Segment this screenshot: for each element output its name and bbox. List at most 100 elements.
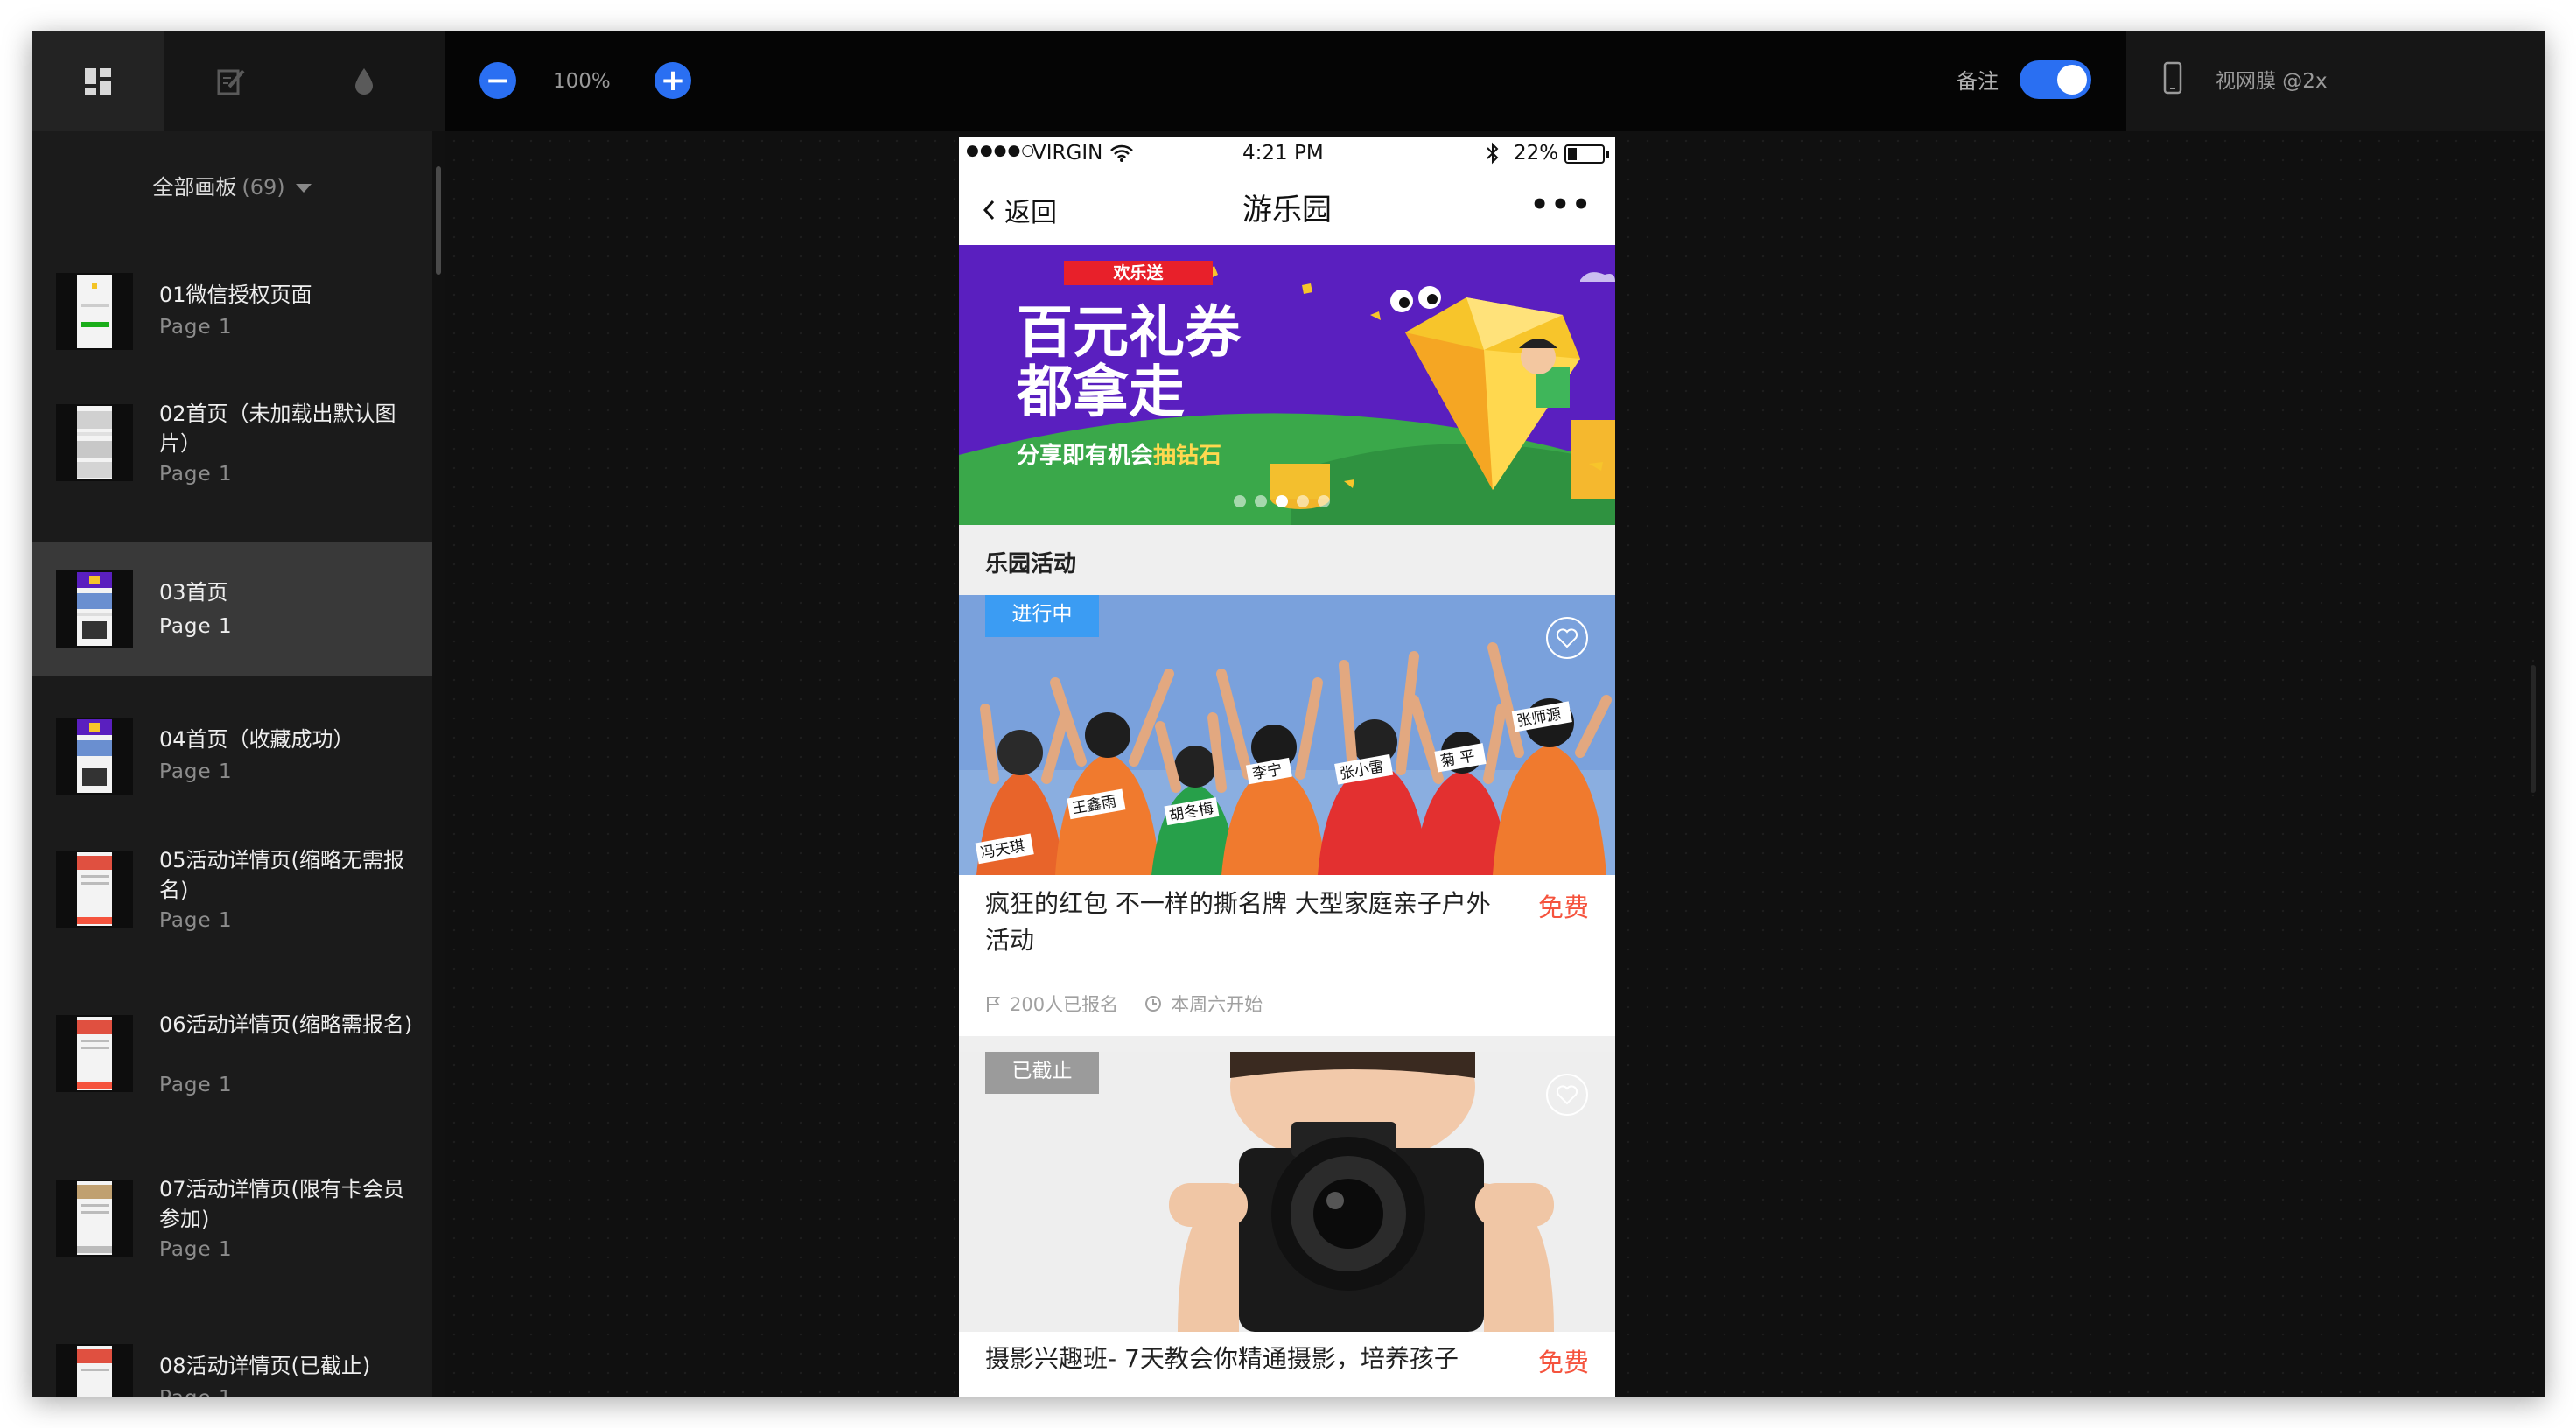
artboard-page: Page 1: [159, 463, 233, 486]
artboard-title: 06活动详情页(缩略需报名): [159, 1012, 413, 1037]
artboard-item-03[interactable]: 03首页 Page 1: [32, 542, 432, 676]
phone-icon[interactable]: [2163, 61, 2182, 94]
color-tool-button[interactable]: [298, 32, 430, 131]
artboard-thumbnail: [56, 850, 133, 928]
banner-headline-2: 都拿走: [1017, 360, 1185, 425]
favorite-heart-icon[interactable]: [1545, 1073, 1589, 1116]
artboard-thumbnail: [56, 273, 133, 350]
device-scale-label[interactable]: 视网膜 @2x: [2216, 63, 2328, 100]
banner-headline-1: 百元礼券: [1017, 301, 1241, 366]
carrier-name: VIRGIN: [1032, 142, 1103, 164]
banner-subline-text: 分享即有机会: [1017, 443, 1154, 469]
toggle-knob: [2057, 65, 2087, 94]
artboard-thumbnail: [56, 718, 133, 794]
artboard-item-06[interactable]: 06活动详情页(缩略需报名) Page 1: [32, 1004, 432, 1136]
activity-card-image[interactable]: 冯天琪 王鑫雨 胡冬梅 李宁 张小雷 菊 平 张师源 进行中: [959, 595, 1615, 875]
artboard-page: Page 1: [159, 909, 233, 932]
artboard-count: (69): [242, 175, 285, 200]
carousel-dot[interactable]: [1276, 495, 1288, 508]
carousel-dot[interactable]: [1318, 495, 1330, 508]
activity-card-image[interactable]: 已截止: [959, 1052, 1615, 1332]
group-photo: 冯天琪 王鑫雨 胡冬梅 李宁 张小雷 菊 平 张师源: [959, 595, 1615, 875]
signup-count: 200人已报名: [1010, 994, 1119, 1015]
activity-meta: 200人已报名 本周六开始: [985, 990, 1263, 1017]
status-tag-active: 进行中: [985, 595, 1099, 637]
chevron-down-icon: [295, 184, 312, 192]
note-label: 备注: [1956, 69, 1998, 94]
artboard-page: Page 1: [159, 1074, 233, 1096]
artboard-item-08[interactable]: 08活动详情页(已截止) Page 1: [32, 1335, 432, 1396]
edit-icon: [217, 69, 245, 95]
carousel-dot[interactable]: [1255, 495, 1267, 508]
annotate-tool-button[interactable]: [164, 32, 298, 131]
artboard-title: 01微信授权页面: [159, 283, 312, 307]
filter-title: 全部画板: [152, 175, 237, 200]
artboard-thumbnail: [56, 404, 133, 481]
carousel-dots[interactable]: [1234, 495, 1330, 508]
app-window: − 100% + 备注 视网膜 @2x 全部画板 (69) 01微信授权页面 P…: [32, 32, 2544, 1396]
artboard-filter[interactable]: 全部画板 (69): [32, 170, 432, 205]
artboard-item-07[interactable]: 07活动详情页(限有卡会员参加) Page 1: [32, 1169, 432, 1300]
favorite-heart-icon[interactable]: [1545, 616, 1589, 660]
artboard-page: Page 1: [159, 1238, 233, 1261]
scroll-thumb[interactable]: [436, 166, 441, 275]
flag-icon: [987, 997, 1000, 1012]
activity-price: 免费: [1537, 1348, 1589, 1377]
page-title: 游乐园: [1242, 192, 1332, 228]
sidebar-scrollbar[interactable]: [432, 131, 444, 1396]
section-title: 乐园活动: [985, 551, 1077, 578]
battery-icon: [1564, 144, 1609, 164]
artboard-item-04[interactable]: 04首页（收藏成功） Page 1: [32, 709, 432, 814]
artboards-tool-button[interactable]: [32, 32, 164, 131]
artboard-sidebar: 全部画板 (69) 01微信授权页面 Page 1 02首页（未加载出默认图片）…: [32, 131, 432, 1396]
banner-badge: 欢乐送: [1113, 263, 1164, 283]
ios-status-bar: ●●●●○ VIRGIN 4:21 PM 22%: [959, 136, 1615, 172]
banner-subline-highlight: 抽钻石: [1153, 443, 1222, 469]
artboard-item-01[interactable]: 01微信授权页面 Page 1: [32, 264, 432, 360]
clock-icon: [1145, 996, 1162, 1012]
artboard-preview[interactable]: ●●●●○ VIRGIN 4:21 PM 22% 返回 游乐园 ••• 欢乐送 …: [959, 136, 1615, 1396]
device-selector-area: [2126, 32, 2544, 131]
tool-group: [32, 32, 444, 131]
camera-photo: [959, 1052, 1615, 1332]
battery-percent: 22%: [1514, 142, 1559, 164]
artboard-thumbnail: [56, 1015, 133, 1092]
artboard-title: 07活动详情页(限有卡会员参加): [159, 1177, 404, 1231]
artboard-title: 08活动详情页(已截止): [159, 1354, 371, 1378]
activity-title[interactable]: 摄影兴趣班- 7天教会你精通摄影，培养孩子: [985, 1340, 1493, 1377]
artboard-page: Page 1: [159, 1384, 233, 1396]
card-divider: [959, 1036, 1615, 1052]
activity-price: 免费: [1537, 892, 1589, 922]
zoom-in-button[interactable]: +: [654, 62, 691, 99]
drop-icon: [355, 68, 373, 94]
status-tag-closed: 已截止: [985, 1052, 1099, 1094]
note-toggle[interactable]: [2020, 60, 2091, 99]
more-button[interactable]: •••: [1530, 187, 1592, 222]
wifi-icon: [1110, 144, 1133, 162]
top-toolbar: − 100% + 备注 视网膜 @2x: [32, 32, 2544, 131]
artboard-title: 03首页: [159, 580, 228, 605]
signal-strength: ●●●●○: [966, 142, 1036, 159]
activity-title[interactable]: 疯狂的红包 不一样的撕名牌 大型家庭亲子户外活动: [985, 886, 1493, 959]
clock: 4:21 PM: [1242, 142, 1324, 164]
section-header: 乐园活动: [959, 525, 1615, 595]
start-time: 本周六开始: [1171, 994, 1264, 1015]
artboard-item-05[interactable]: 05活动详情页(缩略无需报名) Page 1: [32, 840, 432, 971]
mobile-nav-bar: 返回 游乐园 •••: [959, 172, 1615, 245]
artboard-thumbnail: [56, 1180, 133, 1256]
artboard-page: Page 1: [159, 760, 233, 783]
artboard-thumbnail: [56, 1344, 133, 1396]
artboard-title: 05活动详情页(缩略无需报名): [159, 848, 404, 902]
artboard-item-02[interactable]: 02首页（未加载出默认图片） Page 1: [32, 394, 432, 516]
carousel-dot[interactable]: [1234, 495, 1246, 508]
artboard-thumbnail: [56, 570, 133, 648]
carousel-dot[interactable]: [1297, 495, 1309, 508]
canvas-scroll-handle[interactable]: [2530, 665, 2536, 793]
artboard-page: Page 1: [159, 615, 233, 638]
promo-banner[interactable]: 欢乐送 百元礼券 都拿走 分享即有机会抽钻石: [959, 245, 1615, 525]
zoom-out-button[interactable]: −: [480, 62, 516, 99]
grid-icon: [85, 68, 111, 94]
artboard-page: Page 1: [159, 316, 233, 339]
banner-subline: 分享即有机会抽钻石: [1017, 443, 1222, 469]
artboard-title: 04首页（收藏成功）: [159, 727, 354, 752]
